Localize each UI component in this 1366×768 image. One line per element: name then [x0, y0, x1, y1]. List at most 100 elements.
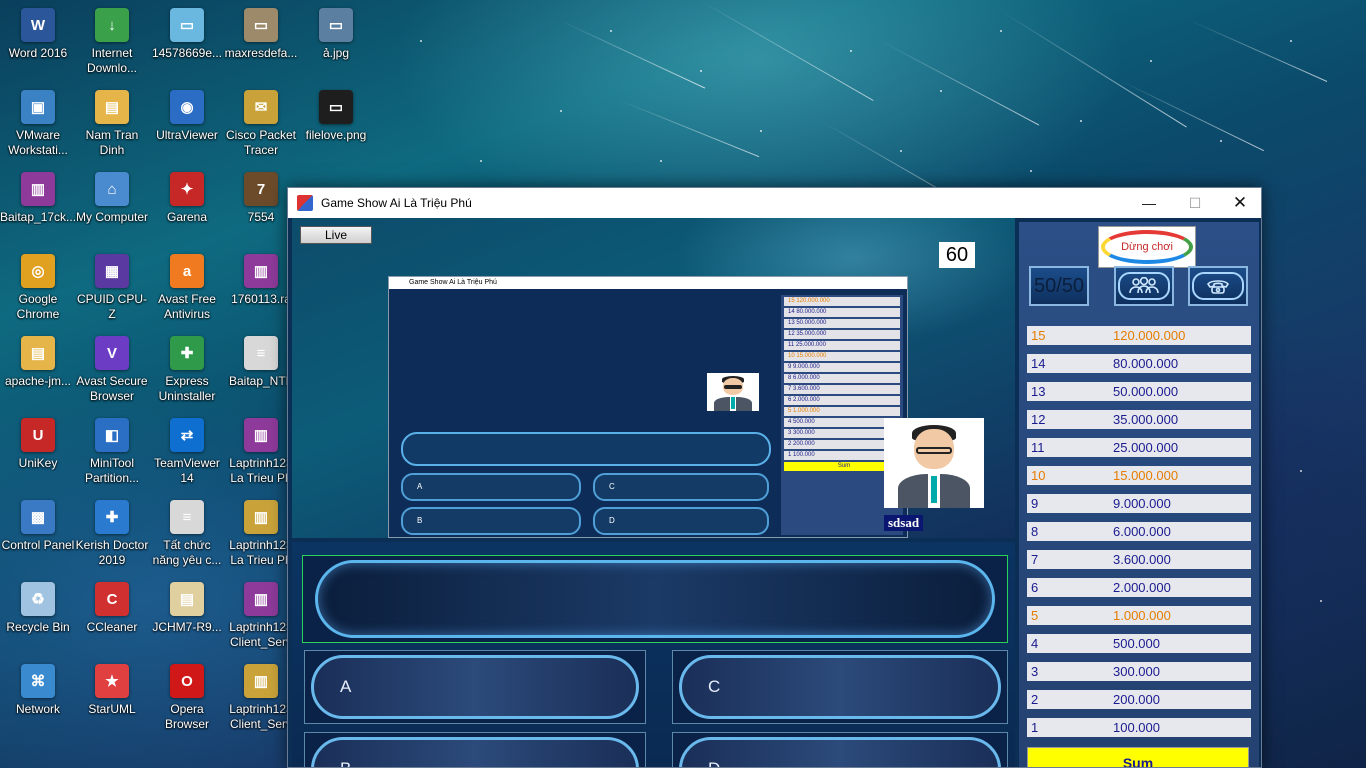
- money-level-amount: 9.000.000: [1113, 496, 1171, 511]
- desktop-shortcut[interactable]: ✚ Kerish Doctor 2019: [74, 500, 150, 568]
- money-level-number: 4: [1031, 636, 1039, 651]
- desktop-shortcut-label: Control Panel: [1, 538, 75, 552]
- kerish-icon: ✚: [95, 500, 129, 534]
- money-level-number: 8: [1031, 524, 1039, 539]
- desktop-shortcut-label: CCleaner: [86, 620, 138, 634]
- live-button[interactable]: Live: [300, 226, 372, 244]
- desktop-shortcut[interactable]: ▦ CPUID CPU-Z: [74, 254, 150, 322]
- desktop-shortcut[interactable]: V Avast Secure Browser: [74, 336, 150, 404]
- money-level-row: 15 120.000.000: [1027, 326, 1251, 345]
- nested-money-row: 10 15.000.000: [784, 352, 900, 361]
- desktop-shortcut[interactable]: ▩ Control Panel: [0, 500, 76, 553]
- desktop-shortcut[interactable]: ★ StarUML: [74, 664, 150, 717]
- desktop-shortcut[interactable]: ≡ Tất chức năng yêu c...: [149, 500, 225, 568]
- desktop-shortcut[interactable]: ✉ Cisco Packet Tracer: [223, 90, 299, 158]
- answer-b-label: B: [311, 737, 639, 767]
- desktop-shortcut-label: UniKey: [18, 456, 58, 470]
- money-level-number: 10: [1031, 468, 1046, 483]
- close-button[interactable]: ✕: [1217, 188, 1261, 218]
- lifeline-audience-button[interactable]: [1114, 266, 1174, 306]
- desktop-shortcut[interactable]: ▥ Baitap_17ck...: [0, 172, 76, 225]
- nested-money-row: 5 1.000.000: [784, 407, 900, 416]
- audience-icon: [1118, 272, 1170, 300]
- desktop-shortcut[interactable]: ▭ maxresdefa...: [223, 8, 299, 61]
- sum-button[interactable]: Sum: [1027, 747, 1249, 767]
- lifeline-fifty-fifty-button[interactable]: 50/50: [1029, 266, 1089, 306]
- desktop-shortcut[interactable]: a Avast Free Antivirus: [149, 254, 225, 322]
- lifeline-phone-button[interactable]: [1188, 266, 1248, 306]
- desktop-shortcut[interactable]: ▤ Nam Tran Dinh: [74, 90, 150, 158]
- desktop-shortcut-label: ả.jpg: [322, 46, 350, 60]
- desktop-shortcut[interactable]: ◉ UltraViewer: [149, 90, 225, 143]
- desktop-shortcut[interactable]: ▭ filelove.png: [298, 90, 374, 143]
- desktop-shortcut-label: Baitap_17ck...: [0, 210, 76, 224]
- answer-b-button[interactable]: B: [304, 732, 646, 767]
- desktop-shortcut[interactable]: ⌂ My Computer: [74, 172, 150, 225]
- desktop-shortcut[interactable]: ✦ Garena: [149, 172, 225, 225]
- desktop-shortcut[interactable]: ◧ MiniTool Partition...: [74, 418, 150, 486]
- desktop-shortcut[interactable]: ▭ ả.jpg: [298, 8, 374, 61]
- money-level-amount: 1.000.000: [1113, 608, 1171, 623]
- stop-game-button[interactable]: Dừng chơi: [1098, 226, 1196, 268]
- money-level-amount: 200.000: [1113, 692, 1160, 707]
- desktop-shortcut[interactable]: ◎ Google Chrome: [0, 254, 76, 322]
- ccleaner-icon: C: [95, 582, 129, 616]
- answer-d-button[interactable]: D: [672, 732, 1008, 767]
- desktop-shortcut[interactable]: ▤ JCHM7-R9...: [149, 582, 225, 635]
- desktop-shortcut[interactable]: W Word 2016: [0, 8, 76, 61]
- wallpaper-star: [660, 160, 662, 162]
- money-level-amount: 500.000: [1113, 636, 1160, 651]
- nested-money-row: 8 6.000.000: [784, 374, 900, 383]
- money-level-row: 12 35.000.000: [1027, 410, 1251, 429]
- nested-money-row: Sum: [784, 462, 900, 471]
- money-level-row: 4 500.000: [1027, 634, 1251, 653]
- answer-c-button[interactable]: C: [672, 650, 1008, 724]
- wallpaper-streak: [699, 0, 874, 101]
- wallpaper-star: [760, 130, 762, 132]
- money-level-number: 14: [1031, 356, 1046, 371]
- desktop-shortcut-label: JCHM7-R9...: [152, 620, 222, 634]
- desktop-shortcut-label: Recycle Bin: [6, 620, 70, 634]
- wallpaper-streak: [1189, 20, 1328, 82]
- desktop-shortcut[interactable]: ⌘ Network: [0, 664, 76, 717]
- desktop-shortcut[interactable]: U UniKey: [0, 418, 76, 471]
- live-stream-view: Live 60 Game Show Ai Là Triệu Phú A C B …: [292, 218, 1015, 538]
- desktop-shortcut[interactable]: ♻ Recycle Bin: [0, 582, 76, 635]
- desktop-shortcut[interactable]: ▤ apache-jm...: [0, 336, 76, 389]
- desktop-shortcut[interactable]: ✚ Express Uninstaller: [149, 336, 225, 404]
- ultraviewer-icon: ◉: [170, 90, 204, 124]
- winrar-icon: ▥: [244, 582, 278, 616]
- nested-money-row: 6 2.000.000: [784, 396, 900, 405]
- nested-window-title: Game Show Ai Là Triệu Phú: [389, 277, 907, 289]
- wallpaper-star: [1000, 30, 1002, 32]
- wallpaper-star: [1290, 40, 1292, 42]
- cisco-icon: ✉: [244, 90, 278, 124]
- nested-answer-a: A: [401, 473, 581, 501]
- wallpaper-star: [700, 70, 702, 72]
- money-ladder: 15 120.000.000 14 80.000.000 13 50.000.000 12 3…: [1027, 326, 1251, 746]
- minimize-button[interactable]: —: [1126, 188, 1172, 218]
- desktop-shortcut[interactable]: ↓ Internet Downlo...: [74, 8, 150, 76]
- desktop-shortcut[interactable]: ▭ 14578669e...: [149, 8, 225, 61]
- desktop-shortcut[interactable]: ⇄ TeamViewer 14: [149, 418, 225, 486]
- wallpaper-star: [1080, 120, 1082, 122]
- question-box: [302, 555, 1008, 643]
- desktop-shortcut[interactable]: C CCleaner: [74, 582, 150, 635]
- money-level-row: 13 50.000.000: [1027, 382, 1251, 401]
- countdown-timer: 60: [939, 242, 975, 268]
- desktop-shortcut[interactable]: ▣ VMware Workstati...: [0, 90, 76, 158]
- desktop-shortcut-label: apache-jm...: [4, 374, 72, 388]
- wallpaper-star: [560, 110, 562, 112]
- desktop-shortcut[interactable]: O Opera Browser: [149, 664, 225, 732]
- cpuz-icon: ▦: [95, 254, 129, 288]
- nested-answer-b: B: [401, 507, 581, 535]
- money-level-row: 8 6.000.000: [1027, 522, 1251, 541]
- money-level-row: 9 9.000.000: [1027, 494, 1251, 513]
- answer-a-button[interactable]: A: [304, 650, 646, 724]
- desktop-shortcut-label: UltraViewer: [156, 128, 218, 142]
- money-level-number: 11: [1031, 440, 1045, 455]
- maximize-button[interactable]: ☐: [1172, 188, 1218, 218]
- wallpaper-streak: [1119, 80, 1265, 152]
- desktop-shortcut-label: MiniTool Partition...: [84, 456, 140, 485]
- title-bar[interactable]: Game Show Ai Là Triệu Phú — ☐ ✕: [288, 188, 1261, 218]
